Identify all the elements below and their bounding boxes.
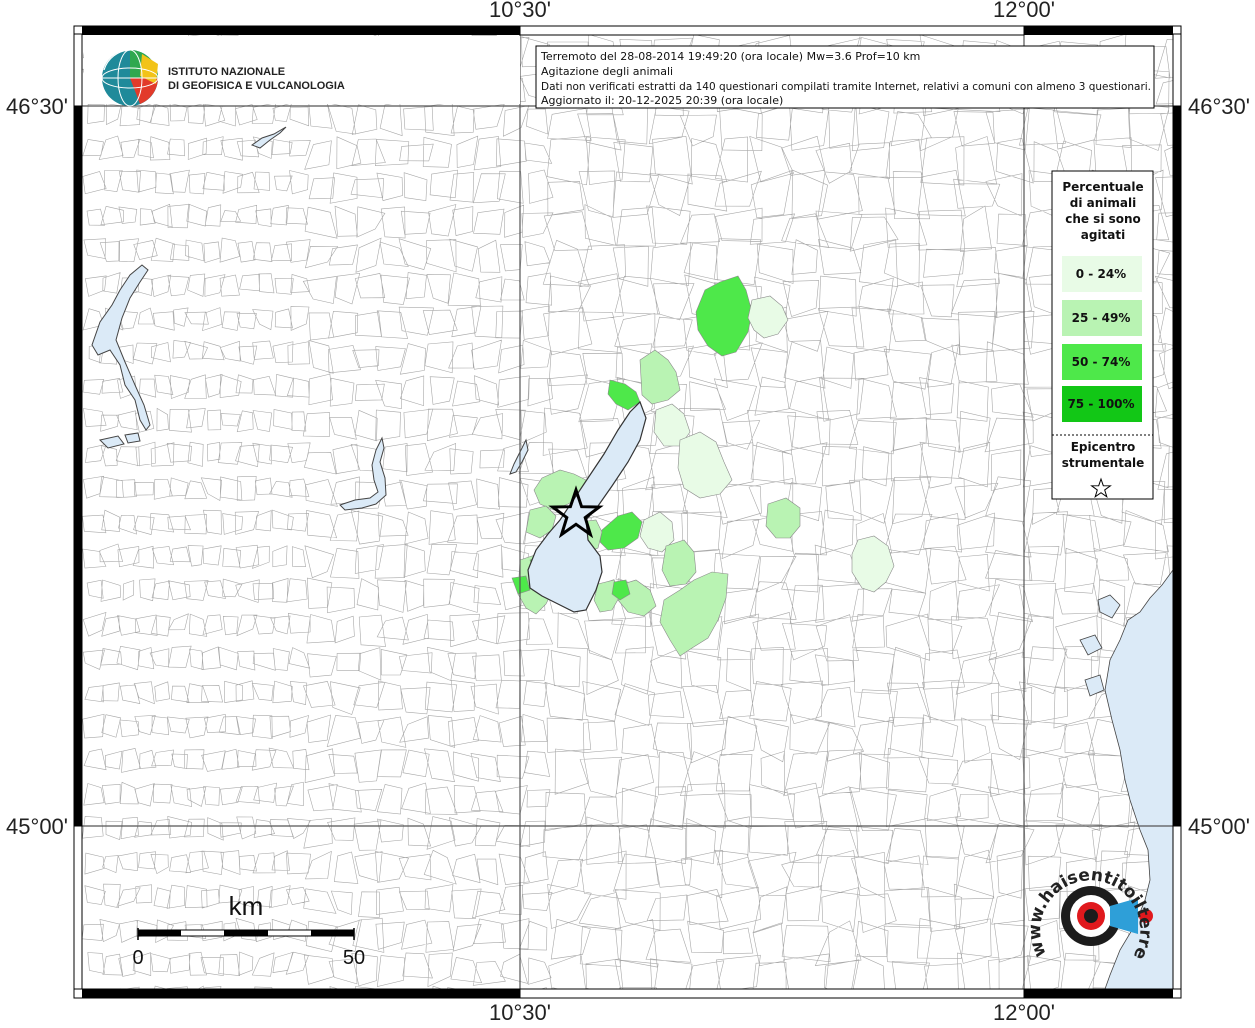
coord-left-bottom: 45°00': [6, 814, 68, 839]
coord-left-top: 46°30': [6, 94, 68, 119]
coord-top-right: 12°00': [993, 0, 1055, 22]
legend-label: 25 - 49%: [1072, 311, 1131, 325]
coord-top-left: 10°30': [489, 0, 551, 22]
institute-line1: ISTITUTO NAZIONALE: [168, 66, 285, 78]
coord-bottom-left: 10°30': [489, 1000, 551, 1024]
info-box: Terremoto del 28-08-2014 19:49:20 (ora l…: [535, 45, 1155, 109]
coord-right-bottom: 45°00': [1188, 814, 1250, 839]
scale-end: 50: [343, 947, 365, 969]
legend-epicenter-line1: Epicentro: [1071, 440, 1136, 454]
intensity-map: 10°30' 12°00' 10°30' 12°00' 46°30' 45°00…: [0, 0, 1255, 1025]
legend-title-4: agitati: [1081, 228, 1125, 242]
legend-epicenter-line2: strumentale: [1062, 456, 1145, 470]
scale-start: 0: [132, 947, 143, 969]
legend-title-1: Percentuale: [1062, 180, 1143, 194]
info-line-4: Aggiornato il: 20-12-2025 20:39 (ora loc…: [541, 94, 783, 107]
coord-bottom-right: 12°00': [993, 1000, 1055, 1024]
globe-icon: [101, 49, 159, 107]
scale-unit: km: [229, 891, 264, 921]
legend-label: 75 - 100%: [1067, 397, 1134, 411]
ingv-logo: ISTITUTO NAZIONALE DI GEOFISICA E VULCAN…: [84, 36, 520, 107]
legend-title-3: che si sono: [1065, 212, 1141, 226]
info-line-3: Dati non verificati estratti da 140 ques…: [541, 80, 1151, 93]
coord-right-top: 46°30': [1188, 94, 1250, 119]
info-line-1: Terremoto del 28-08-2014 19:49:20 (ora l…: [540, 50, 920, 63]
map-svg: 10°30' 12°00' 10°30' 12°00' 46°30' 45°00…: [0, 0, 1255, 1025]
legend-label: 0 - 24%: [1076, 267, 1126, 281]
legend: Percentuale di animali che si sono agita…: [1051, 170, 1154, 500]
info-line-2: Agitazione degli animali: [541, 65, 673, 78]
legend-label: 50 - 74%: [1072, 355, 1131, 369]
legend-title-2: di animali: [1070, 196, 1136, 210]
institute-line2: DI GEOFISICA E VULCANOLOGIA: [168, 80, 345, 92]
